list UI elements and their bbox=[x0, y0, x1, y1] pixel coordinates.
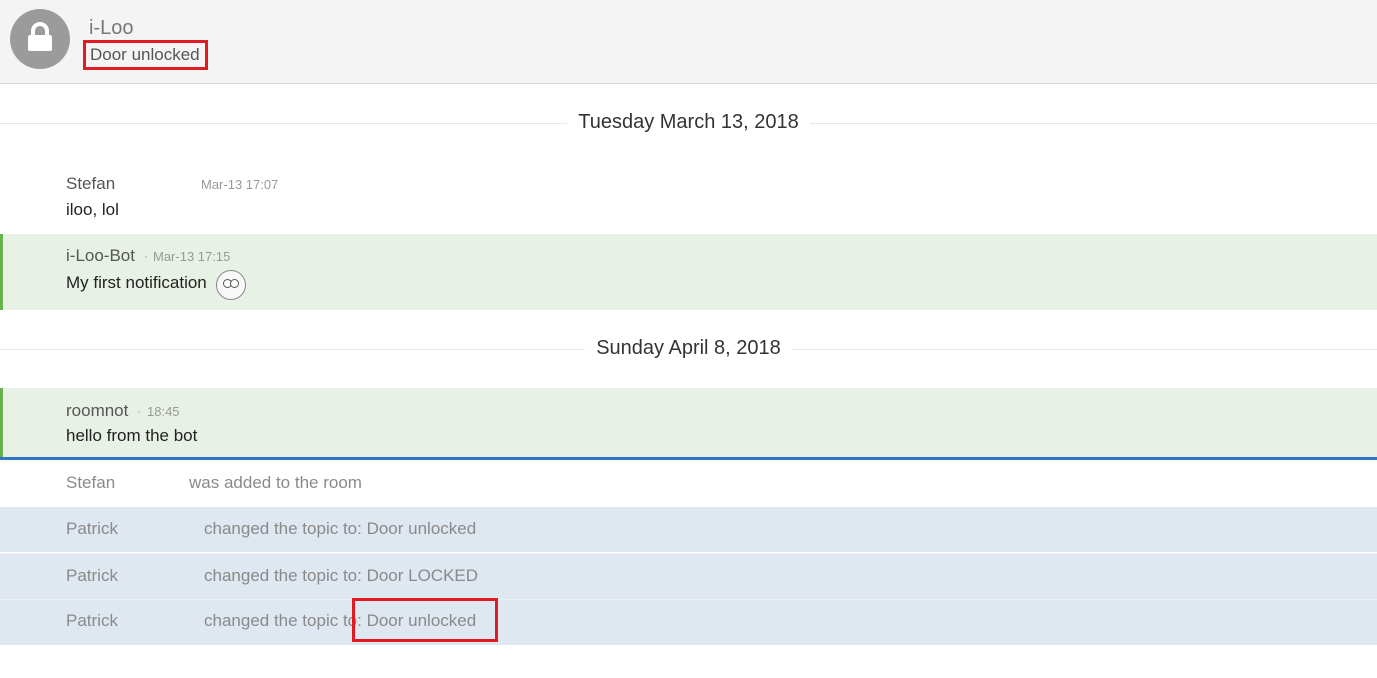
message-timestamp[interactable]: 18:45 bbox=[147, 404, 180, 419]
topic-event-row: Patrick changed the topic to: Door unloc… bbox=[0, 507, 1377, 552]
date-separator: Tuesday March 13, 2018 bbox=[0, 109, 1377, 139]
event-sender[interactable]: Patrick bbox=[66, 519, 118, 539]
message-body: iloo, lol bbox=[66, 200, 119, 219]
room-topic[interactable]: Door unlocked bbox=[83, 40, 208, 70]
event-text: changed the topic to: Door unlocked bbox=[204, 519, 477, 538]
lock-icon bbox=[28, 22, 52, 51]
message-sender[interactable]: roomnot bbox=[66, 401, 128, 421]
meta-separator: · bbox=[144, 249, 148, 263]
notification-message-row: i-Loo-Bot · Mar-13 17:15 My first notifi… bbox=[0, 234, 1377, 310]
topic-event-row: Patrick changed the topic to: Door unloc… bbox=[0, 599, 1377, 645]
event-text: was added to the room bbox=[189, 473, 362, 492]
room-avatar[interactable] bbox=[10, 9, 70, 69]
membership-event-row: Stefan was added to the room bbox=[0, 460, 1377, 505]
highlight-box bbox=[352, 598, 498, 642]
message-sender[interactable]: i-Loo-Bot bbox=[66, 246, 135, 266]
room-name[interactable]: i-Loo bbox=[89, 17, 133, 40]
topic-event-row: Patrick changed the topic to: Door LOCKE… bbox=[0, 553, 1377, 599]
message-body: hello from the bot bbox=[66, 426, 198, 445]
room-header: i-Loo Door unlocked bbox=[0, 0, 1377, 84]
emoji-face-icon bbox=[216, 270, 246, 300]
message-body: My first notification bbox=[66, 273, 207, 292]
message-row: Stefan Mar-13 17:07 iloo, lol bbox=[0, 160, 1377, 234]
event-sender[interactable]: Stefan bbox=[66, 473, 115, 493]
event-sender[interactable]: Patrick bbox=[66, 566, 118, 586]
message-timestamp[interactable]: Mar-13 17:07 bbox=[201, 177, 278, 192]
message-timestamp[interactable]: Mar-13 17:15 bbox=[153, 249, 230, 264]
message-sender[interactable]: Stefan bbox=[66, 174, 115, 194]
date-label: Sunday April 8, 2018 bbox=[585, 337, 792, 359]
date-separator: Sunday April 8, 2018 bbox=[0, 335, 1377, 365]
event-sender[interactable]: Patrick bbox=[66, 611, 118, 631]
event-text: changed the topic to: Door LOCKED bbox=[204, 566, 479, 585]
date-label: Tuesday March 13, 2018 bbox=[567, 111, 810, 133]
notification-message-row: roomnot · 18:45 hello from the bot bbox=[0, 388, 1377, 458]
meta-separator: · bbox=[137, 404, 141, 418]
